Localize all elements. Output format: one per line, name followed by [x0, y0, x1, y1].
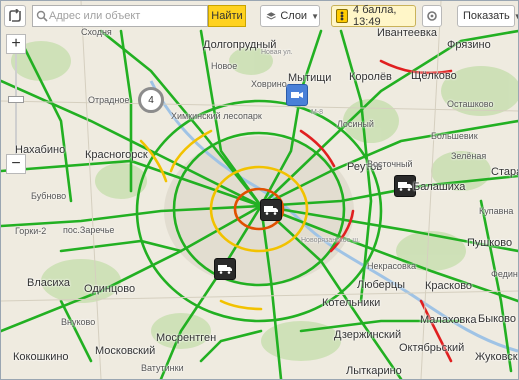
city-label: Жуковский	[475, 351, 518, 363]
show-label: Показать	[463, 10, 510, 22]
city-label: Пушково	[467, 237, 513, 249]
zoom-out-button[interactable]: −	[6, 154, 26, 174]
truck-icon	[218, 265, 232, 274]
truck-icon	[398, 182, 412, 191]
place-label: Сходня	[81, 27, 112, 37]
map-frame: Адрес или объект Найти Слои ▼ 4 балла, 1…	[0, 0, 519, 380]
place-label: Химкинский лесопарк	[171, 111, 262, 121]
place-label: Отрадное	[88, 95, 130, 105]
city-label: Королёв	[349, 71, 392, 83]
street-label: Новая ул.	[261, 49, 293, 56]
route-button[interactable]	[4, 5, 26, 27]
gear-icon	[427, 11, 437, 21]
place-label: Лосиный	[337, 119, 374, 129]
place-label: Некрасовка	[367, 261, 416, 271]
place-label: Бубново	[31, 191, 67, 201]
zoom-slider[interactable]	[6, 54, 26, 154]
place-label: Новое	[211, 61, 238, 71]
city-label: Нахабино	[15, 144, 66, 156]
place-label: Купавна	[479, 206, 514, 216]
traffic-light-icon	[336, 9, 349, 23]
city-label: Власиха	[27, 277, 71, 289]
layers-icon	[266, 12, 276, 20]
street-label: Новорязанское ш.	[301, 237, 360, 244]
city-label: Дзержинский	[334, 329, 402, 341]
city-label: Ивантеевка	[377, 27, 437, 39]
place-label: Большевик	[431, 131, 478, 141]
chevron-down-icon: ▼	[514, 12, 518, 21]
search-field[interactable]: Адрес или объект	[32, 5, 208, 27]
route-icon	[9, 9, 21, 22]
chevron-down-icon: ▼	[311, 11, 319, 21]
show-button[interactable]: Показать ▼	[457, 5, 518, 27]
place-label: Зелёная	[451, 151, 487, 161]
city-label: Стара	[491, 166, 518, 178]
place-label: Ватутинки	[141, 363, 184, 373]
street-label: М-8	[311, 109, 324, 116]
city-label: Фрязино	[447, 39, 491, 51]
settings-button[interactable]	[422, 5, 442, 27]
zoom-in-button[interactable]: +	[6, 34, 26, 54]
truck-icon	[264, 206, 278, 215]
place-label: Фединo	[491, 269, 518, 279]
place-label: Внуково	[61, 317, 96, 327]
truck-marker[interactable]	[214, 258, 236, 280]
zoom-track-line	[15, 54, 17, 154]
city-label: Быково	[478, 313, 517, 325]
find-button[interactable]: Найти	[208, 5, 246, 27]
layers-button[interactable]: Слои ▼	[260, 5, 320, 27]
city-label: Октябрьский	[399, 342, 465, 354]
zoom-handle[interactable]	[8, 96, 24, 103]
place-label: Осташково	[447, 99, 494, 109]
city-label: Малаховка	[420, 314, 477, 326]
traffic-button[interactable]: 4 балла, 13:49	[331, 4, 416, 28]
camera-icon	[291, 92, 303, 98]
camera-marker[interactable]	[286, 84, 308, 106]
city-label: Люберцы	[357, 279, 406, 291]
city-label: Кокошкино	[13, 351, 69, 363]
marker-cluster[interactable]: 4	[138, 87, 164, 113]
city-label: Московский	[95, 345, 156, 357]
place-label: пос.Заречье	[63, 225, 115, 235]
layers-label: Слои	[280, 10, 308, 22]
city-label: Щёлково	[411, 70, 457, 82]
search-icon	[36, 10, 48, 22]
place-label: Восточный	[367, 159, 413, 169]
city-label: Балашиха	[413, 181, 466, 193]
city-label: Котельники	[322, 297, 381, 309]
city-label: Мытищи	[288, 72, 332, 84]
city-label: Красногорск	[85, 149, 148, 161]
place-label: Ховрино	[251, 79, 287, 89]
city-label: Мосрентген	[156, 332, 217, 344]
search-placeholder: Адрес или объект	[49, 10, 141, 22]
traffic-score: 4 балла, 13:49	[353, 4, 397, 28]
city-label: Одинцово	[84, 283, 136, 295]
place-label: Горки-2	[15, 226, 47, 236]
city-label: Лыткарино	[346, 365, 402, 377]
city-label: Красково	[425, 280, 473, 292]
truck-marker[interactable]	[260, 199, 282, 221]
map-toolbar: Адрес или объект Найти Слои ▼ 4 балла, 1…	[1, 1, 518, 31]
